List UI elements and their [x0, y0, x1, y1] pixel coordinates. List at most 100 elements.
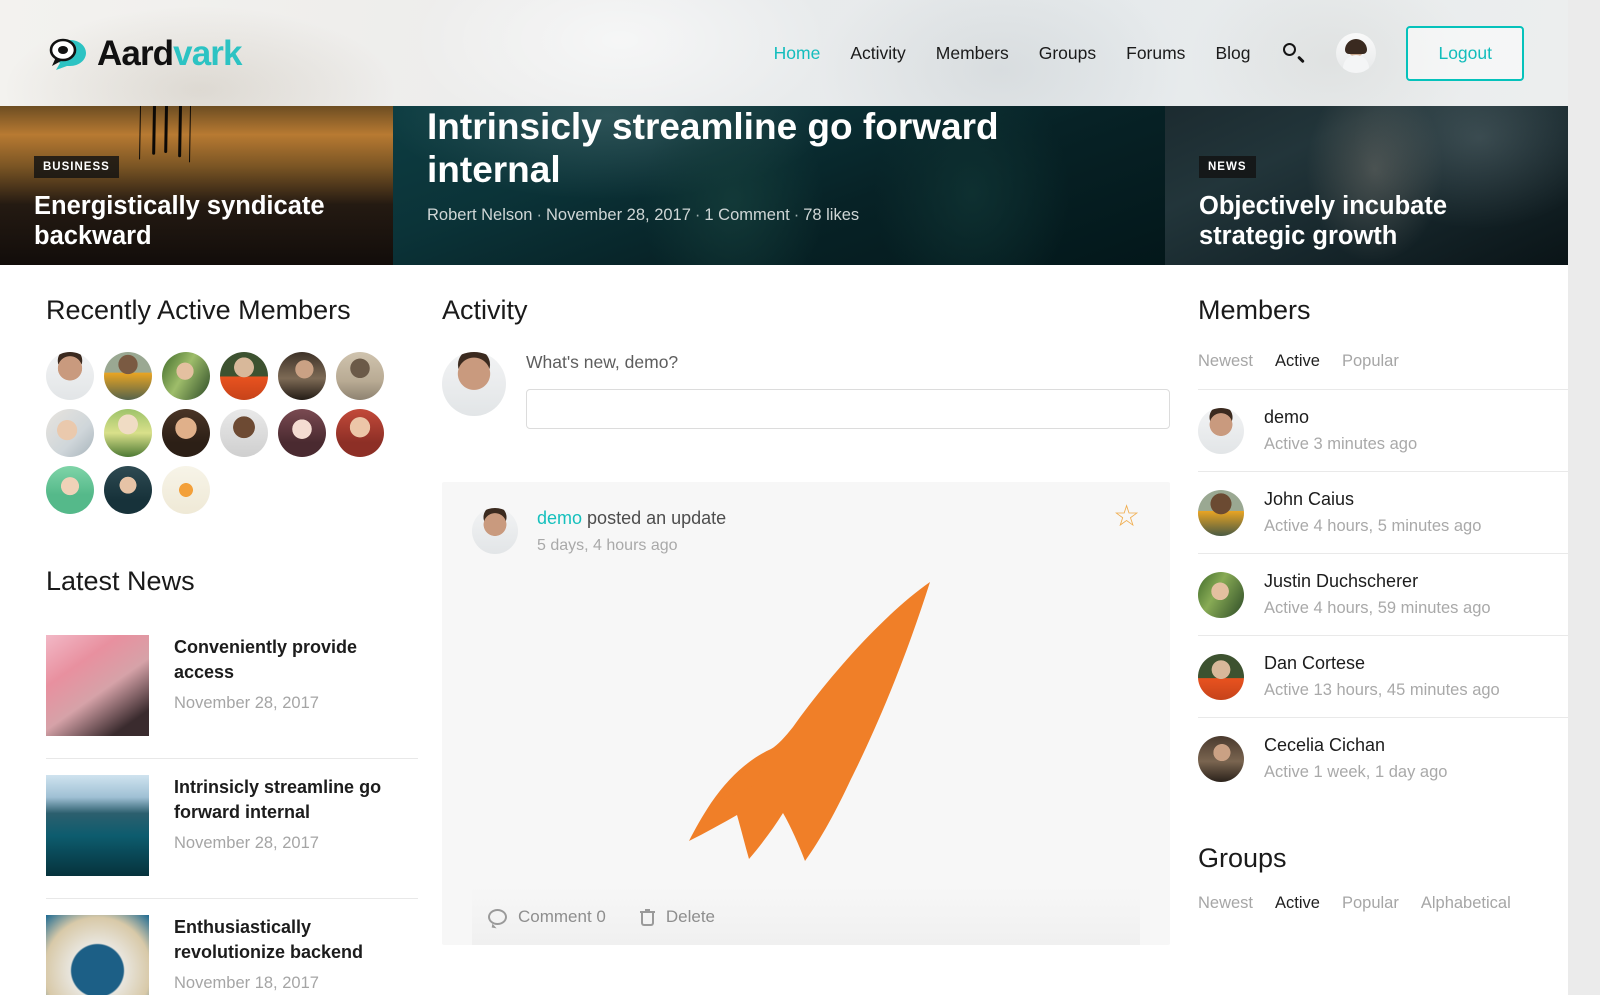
comment-label: Comment 0: [518, 907, 606, 926]
news-date: November 18, 2017: [174, 973, 319, 992]
hero-banner: BUSINESS Energistically syndicate backwa…: [0, 106, 1568, 265]
member-name[interactable]: John Caius: [1264, 489, 1481, 510]
tab-groups-newest[interactable]: Newest: [1198, 894, 1253, 913]
groups-tabs: Newest Active Popular Alphabetical: [1198, 894, 1568, 913]
list-item[interactable]: Conveniently provide access November 28,…: [46, 619, 418, 759]
recently-active-members-grid: [46, 352, 386, 514]
delete-button[interactable]: Delete: [639, 907, 715, 927]
activity-input[interactable]: [526, 389, 1170, 429]
site-header: Aardvark Home Activity Members Groups Fo…: [0, 0, 1568, 106]
avatar: [442, 352, 506, 416]
speech-bubble-icon: [46, 36, 88, 70]
member-avatar[interactable]: [278, 352, 326, 400]
member-avatar[interactable]: [104, 409, 152, 457]
tab-groups-alphabetical[interactable]: Alphabetical: [1421, 894, 1511, 913]
nav-item-blog[interactable]: Blog: [1215, 43, 1250, 64]
avatar: [1198, 407, 1244, 454]
member-avatar[interactable]: [220, 409, 268, 457]
avatar: [472, 508, 518, 554]
avatar[interactable]: [1336, 33, 1377, 73]
nav-item-home[interactable]: Home: [774, 43, 821, 64]
member-active-time: Active 4 hours, 59 minutes ago: [1264, 599, 1491, 617]
member-avatar[interactable]: [220, 352, 268, 400]
hero-author: Robert Nelson: [427, 205, 533, 224]
news-thumbnail: [46, 915, 149, 995]
list-item[interactable]: Intrinsicly streamline go forward intern…: [46, 759, 418, 899]
recently-active-members-title: Recently Active Members: [46, 295, 351, 325]
main-content: Recently Active Members Latest News Conv…: [0, 265, 1568, 995]
news-title[interactable]: Intrinsicly streamline go forward intern…: [174, 775, 418, 825]
nav-item-members[interactable]: Members: [936, 43, 1009, 64]
news-title[interactable]: Enthusiastically revolutionize backend: [174, 915, 418, 965]
member-avatar[interactable]: [104, 466, 152, 514]
hero-card-business[interactable]: BUSINESS Energistically syndicate backwa…: [0, 106, 393, 265]
tab-newest[interactable]: Newest: [1198, 352, 1253, 371]
hero-date: November 28, 2017: [545, 205, 691, 224]
tab-groups-popular[interactable]: Popular: [1342, 894, 1399, 913]
list-item[interactable]: demo Active 3 minutes ago: [1198, 389, 1568, 471]
activity-title: Activity: [442, 295, 528, 325]
member-avatar[interactable]: [46, 409, 94, 457]
hero-title: Intrinsicly streamline go forward intern…: [427, 106, 999, 190]
member-name[interactable]: Dan Cortese: [1264, 653, 1500, 674]
star-icon[interactable]: ☆: [1113, 502, 1140, 532]
comment-button[interactable]: Comment 0: [488, 907, 606, 927]
nav-item-groups[interactable]: Groups: [1039, 43, 1096, 64]
post-media: [472, 555, 1140, 887]
member-avatar[interactable]: [278, 409, 326, 457]
activity-column: Activity What's new, demo? ☆ demo posted…: [418, 265, 1170, 995]
tab-popular[interactable]: Popular: [1342, 352, 1399, 371]
member-avatar[interactable]: [46, 352, 94, 400]
hero-title: Objectively incubate strategic growth: [1199, 191, 1448, 250]
list-item[interactable]: Enthusiastically revolutionize backend N…: [46, 899, 418, 995]
hero-card-news[interactable]: NEWS Objectively incubate strategic grow…: [1165, 106, 1568, 265]
members-tabs: Newest Active Popular: [1198, 352, 1568, 371]
nav-item-activity[interactable]: Activity: [850, 43, 905, 64]
member-active-time: Active 13 hours, 45 minutes ago: [1264, 681, 1500, 699]
member-avatar[interactable]: [46, 466, 94, 514]
main-navigation: Home Activity Members Groups Forums Blog…: [774, 25, 1568, 81]
nav-item-forums[interactable]: Forums: [1126, 43, 1185, 64]
post-action: posted an update: [587, 508, 727, 528]
member-avatar[interactable]: [336, 352, 384, 400]
avatar: [1198, 653, 1244, 700]
comment-icon: [488, 909, 507, 925]
member-avatar[interactable]: [162, 409, 210, 457]
member-active-time: Active 4 hours, 5 minutes ago: [1264, 517, 1482, 535]
hero-likes: 78 likes: [803, 205, 860, 224]
hero-title: Energistically syndicate backward: [34, 191, 325, 250]
member-avatar[interactable]: [162, 352, 210, 400]
member-avatar[interactable]: [104, 352, 152, 400]
list-item[interactable]: Cecelia Cichan Active 1 week, 1 day ago: [1198, 717, 1568, 799]
avatar: [1198, 735, 1244, 782]
hero-comments: 1 Comment: [704, 205, 790, 224]
activity-composer: What's new, demo?: [442, 352, 1170, 434]
member-name[interactable]: Justin Duchscherer: [1264, 571, 1491, 592]
search-icon[interactable]: [1282, 42, 1306, 64]
right-sidebar: Members Newest Active Popular demo Activ…: [1170, 265, 1568, 995]
groups-title: Groups: [1198, 843, 1287, 873]
logo-wordmark: Aardvark: [97, 36, 242, 71]
list-item[interactable]: Justin Duchscherer Active 4 hours, 59 mi…: [1198, 553, 1568, 635]
post-author-link[interactable]: demo: [537, 508, 582, 528]
news-title[interactable]: Conveniently provide access: [174, 635, 418, 685]
post-actions: Comment 0 Delete: [472, 887, 1140, 945]
post-header: demo posted an update: [537, 508, 726, 529]
tab-groups-active[interactable]: Active: [1275, 894, 1320, 913]
list-item[interactable]: Dan Cortese Active 13 hours, 45 minutes …: [1198, 635, 1568, 717]
member-avatar[interactable]: [336, 409, 384, 457]
member-name[interactable]: demo: [1264, 407, 1417, 428]
avatar: [1198, 489, 1244, 536]
list-item[interactable]: John Caius Active 4 hours, 5 minutes ago: [1198, 471, 1568, 553]
site-logo[interactable]: Aardvark: [46, 36, 242, 71]
member-name[interactable]: Cecelia Cichan: [1264, 735, 1447, 756]
news-thumbnail: [46, 635, 149, 736]
status-badge: BUSINESS: [34, 155, 119, 178]
logout-button[interactable]: Logout: [1406, 25, 1524, 81]
member-avatar[interactable]: [162, 466, 210, 514]
hero-meta: Robert Nelson · November 28, 2017 · 1 Commen…: [427, 205, 860, 224]
hero-card-featured[interactable]: NEWS Intrinsicly streamline go forward i…: [393, 106, 1165, 265]
tab-active[interactable]: Active: [1275, 352, 1320, 371]
trash-icon: [639, 908, 655, 926]
news-thumbnail: [46, 775, 149, 876]
